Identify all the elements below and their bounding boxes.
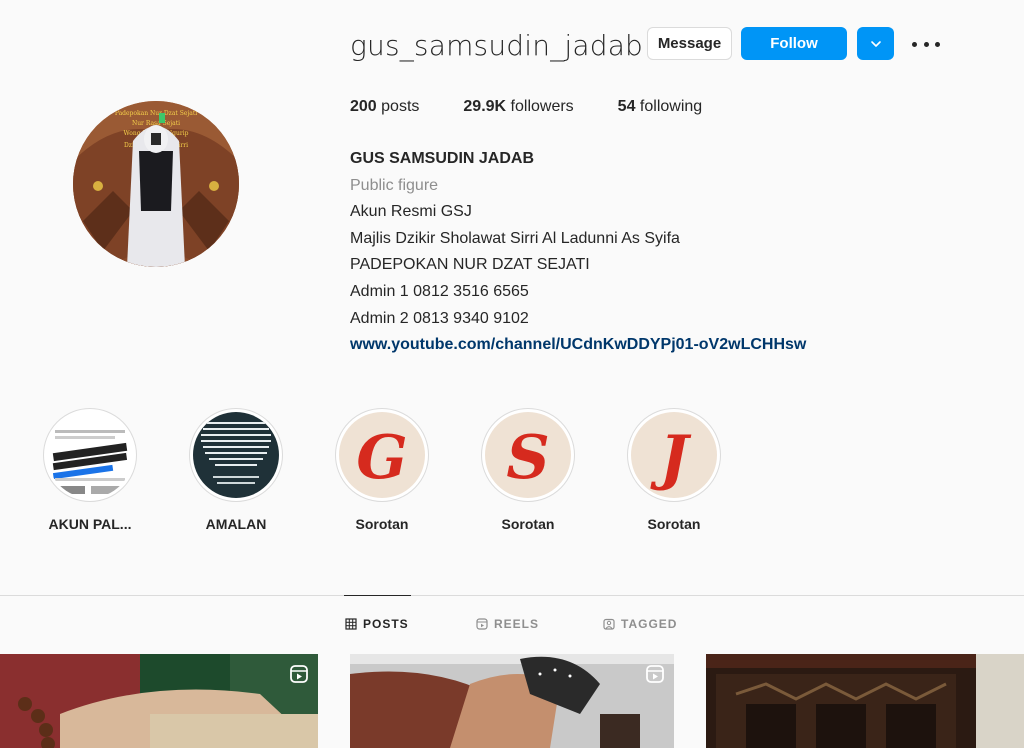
story-highlights: AKUN PAL... AMALAN G Sorotan S Sorotan J… (0, 408, 1024, 538)
tabs-divider (0, 595, 1024, 596)
tab-tagged[interactable]: TAGGED (603, 617, 677, 631)
highlight-cover: S (485, 412, 571, 498)
profile-full-name: GUS SAMSUDIN JADAB (350, 150, 535, 167)
profile-bio: GUS SAMSUDIN JADAB Public figure Akun Re… (350, 146, 806, 359)
posts-stat: 200 posts (350, 98, 419, 116)
follow-button[interactable]: Follow (741, 27, 847, 60)
avatar-image: Padepokan Nur Dzat Sejati Nur Rasa Sejat… (73, 101, 239, 267)
profile-username: gus_samsudin_jadab (350, 29, 644, 62)
highlight-label: AMALAN (205, 516, 267, 532)
profile-tabs: POSTS REELS TAGGED (0, 617, 1024, 637)
post-thumbnail[interactable] (706, 654, 1024, 748)
highlight-item[interactable]: G Sorotan (317, 408, 447, 532)
highlight-item[interactable]: J Sorotan (609, 408, 739, 532)
highlight-item[interactable]: S Sorotan (463, 408, 593, 532)
tab-label: TAGGED (621, 617, 678, 631)
post-thumbnail[interactable] (350, 654, 674, 748)
svg-text:G: G (356, 423, 407, 493)
svg-text:S: S (506, 423, 549, 493)
posts-count: 200 (350, 98, 377, 115)
highlight-label: Sorotan (647, 516, 701, 532)
post-image (350, 654, 674, 748)
highlight-cover: J (631, 412, 717, 498)
bio-line: Admin 1 0812 3516 6565 (350, 282, 529, 300)
following-stat[interactable]: 54 following (618, 98, 703, 116)
post-thumbnail[interactable] (0, 654, 318, 748)
post-image (0, 654, 318, 748)
active-tab-indicator (344, 595, 411, 596)
profile-website-link[interactable]: www.youtube.com/channel/UCdnKwDDYPj01-oV… (350, 332, 806, 359)
svg-text:Padepokan Nur Dzat Sejati: Padepokan Nur Dzat Sejati (115, 110, 197, 117)
suggested-dropdown-button[interactable] (857, 27, 894, 60)
more-dot-icon (912, 41, 917, 47)
highlight-ring (43, 408, 137, 502)
post-image (706, 654, 1024, 748)
more-dot-icon (923, 41, 929, 47)
highlight-ring (189, 408, 283, 502)
following-count: 54 (617, 98, 636, 115)
highlight-cover (47, 412, 133, 498)
highlight-item[interactable]: AMALAN (171, 408, 301, 532)
profile-header: Padepokan Nur Dzat Sejati Nur Rasa Sejat… (0, 0, 1024, 390)
highlight-cover: G (339, 412, 425, 498)
bio-line: PADEPOKAN NUR DZAT SEJATI (350, 256, 590, 274)
bio-line: Akun Resmi GSJ (350, 203, 472, 221)
tab-label: REELS (494, 617, 540, 631)
posts-label: posts (376, 98, 420, 115)
profile-avatar[interactable]: Padepokan Nur Dzat Sejati Nur Rasa Sejat… (73, 101, 239, 267)
highlight-ring: G (335, 408, 429, 502)
followers-label: followers (506, 98, 574, 115)
more-dot-icon (935, 41, 940, 47)
message-button[interactable]: Message (647, 27, 732, 60)
highlight-cover (193, 412, 279, 498)
profile-stats: 200 posts 29.9K followers 54 following (350, 98, 746, 116)
highlight-ring: S (481, 408, 575, 502)
grid-icon (345, 618, 357, 630)
following-label: following (635, 98, 703, 115)
followers-stat[interactable]: 29.9K followers (463, 98, 573, 116)
tagged-icon (603, 618, 615, 630)
chevron-down-icon (870, 40, 881, 47)
posts-grid (0, 654, 1024, 748)
bio-line: Admin 2 0813 9340 9102 (350, 309, 529, 327)
reels-icon (476, 618, 488, 630)
highlight-label: Sorotan (355, 516, 409, 532)
followers-count: 29.9K (463, 98, 507, 115)
highlight-label: Sorotan (501, 516, 555, 532)
tab-posts[interactable]: POSTS (345, 617, 409, 631)
profile-category: Public figure (350, 176, 439, 194)
highlight-ring: J (627, 408, 721, 502)
tab-label: POSTS (363, 617, 409, 631)
more-options-button[interactable] (912, 34, 940, 54)
tab-reels[interactable]: REELS (476, 617, 539, 631)
bio-line: Majlis Dzikir Sholawat Sirri Al Ladunni … (350, 229, 680, 247)
reel-indicator-icon (290, 665, 308, 683)
reel-indicator-icon (646, 665, 664, 683)
highlight-label: AKUN PAL... (48, 516, 132, 532)
highlight-item[interactable]: AKUN PAL... (25, 408, 155, 532)
